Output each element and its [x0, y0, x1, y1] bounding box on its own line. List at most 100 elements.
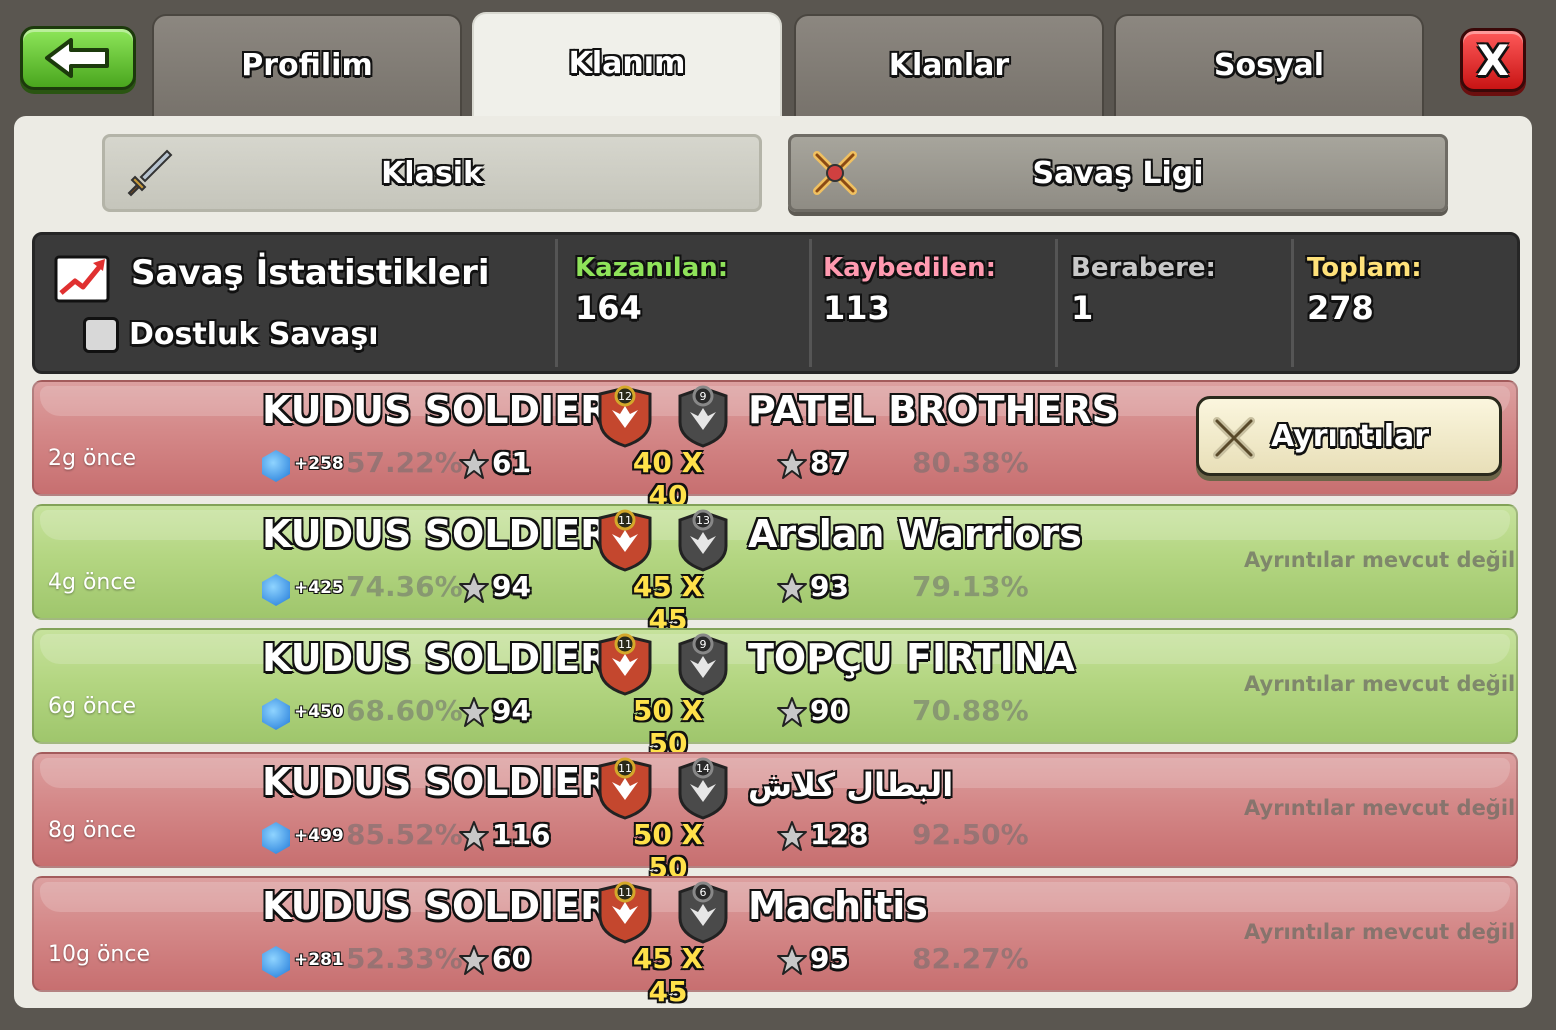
tab-profile[interactable]: Profilim [152, 14, 462, 118]
total-label: Toplam: [1307, 253, 1422, 283]
star-icon [777, 573, 807, 603]
classic-label: Klasik [381, 155, 483, 191]
star-icon [459, 945, 489, 975]
opponent-badge-icon: 6 [678, 881, 728, 944]
back-button[interactable] [20, 26, 136, 90]
tab-war-league[interactable]: Savaş Ligi [788, 134, 1448, 212]
clan-badge-icon: 11 [598, 633, 652, 696]
clan-xp-icon [262, 946, 290, 978]
stats-title: Savaş İstatistikleri [131, 253, 490, 293]
clan-badge-icon: 11 [598, 509, 652, 572]
star-icon [777, 821, 807, 851]
won-label: Kazanılan: [575, 253, 729, 283]
star-icon [459, 821, 489, 851]
opponent-stars: 128 [810, 818, 869, 851]
chart-up-icon [54, 255, 110, 303]
clan-stars: 116 [492, 818, 551, 851]
clan-stars: 94 [492, 570, 531, 603]
war-size: 45 X 45 [632, 942, 704, 1008]
clan-xp-gain: +425 [294, 578, 344, 598]
lost-value: 113 [823, 289, 890, 327]
war-size: 40 X 40 [632, 446, 704, 512]
opponent-name: Machitis [748, 884, 928, 928]
opponent-badge-icon: 9 [678, 633, 728, 696]
war-time-ago: 4g önce [48, 570, 136, 595]
friendly-war-checkbox[interactable] [83, 317, 119, 353]
opponent-destruction-pct: 70.88% [912, 694, 1029, 727]
war-league-label: Savaş Ligi [1032, 155, 1204, 191]
war-time-ago: 8g önce [48, 818, 136, 843]
opponent-name: Arslan Warriors [748, 512, 1082, 556]
clan-xp-gain: +450 [294, 702, 344, 722]
clan-xp-gain: +281 [294, 950, 344, 970]
clan-name: KUDUS SOLDIER [262, 512, 610, 556]
war-log-row: 4g önce KUDUS SOLDIER +425 74.36% 94 11 … [32, 504, 1518, 636]
svg-text:14: 14 [696, 762, 710, 775]
opponent-name: TOPÇU FIRTINA [748, 636, 1075, 680]
opponent-destruction-pct: 92.50% [912, 818, 1029, 851]
tab-social[interactable]: Sosyal [1114, 14, 1424, 118]
details-unavailable-text: Ayrıntılar mevcut değil [1244, 920, 1516, 944]
clan-stars: 61 [492, 446, 531, 479]
draw-value: 1 [1071, 289, 1094, 327]
star-icon [777, 697, 807, 727]
close-button[interactable]: X [1460, 28, 1526, 92]
svg-text:13: 13 [696, 514, 710, 527]
clan-xp-icon [262, 822, 290, 854]
war-log-row: 10g önce KUDUS SOLDIER +281 52.33% 60 11… [32, 876, 1518, 1008]
war-log-row: 2g önce KUDUS SOLDIER +258 57.22% 61 12 … [32, 380, 1518, 512]
clan-badge-icon: 11 [598, 757, 652, 820]
clan-stars: 60 [492, 942, 531, 975]
arrow-left-icon [45, 38, 109, 78]
star-icon [459, 573, 489, 603]
clan-destruction-pct: 57.22% [346, 446, 463, 479]
opponent-destruction-pct: 82.27% [912, 942, 1029, 975]
opponent-badge-icon: 9 [678, 385, 728, 448]
opponent-badge-icon: 14 [678, 757, 728, 820]
friendly-war-label: Dostluk Savaşı [129, 317, 379, 352]
details-unavailable-text: Ayrıntılar mevcut değil [1244, 672, 1516, 696]
clan-xp-gain: +499 [294, 826, 344, 846]
war-log-row: 8g önce KUDUS SOLDIER +499 85.52% 116 11… [32, 752, 1518, 884]
draw-label: Berabere: [1071, 253, 1216, 283]
clan-destruction-pct: 68.60% [346, 694, 463, 727]
war-size: 50 X 50 [632, 694, 704, 760]
svg-text:9: 9 [700, 390, 707, 403]
svg-text:12: 12 [618, 390, 632, 403]
details-unavailable-text: Ayrıntılar mevcut değil [1244, 796, 1516, 820]
svg-text:11: 11 [618, 886, 632, 899]
war-size: 50 X 50 [632, 818, 704, 884]
svg-text:6: 6 [700, 886, 707, 899]
clan-badge-icon: 12 [598, 385, 652, 448]
svg-text:11: 11 [618, 638, 632, 651]
opponent-stars: 95 [810, 942, 849, 975]
clan-destruction-pct: 85.52% [346, 818, 463, 851]
tab-my-clan[interactable]: Klanım [472, 12, 782, 124]
details-button[interactable]: Ayrıntılar [1196, 396, 1502, 476]
clan-destruction-pct: 74.36% [346, 570, 463, 603]
total-value: 278 [1307, 289, 1374, 327]
svg-text:9: 9 [700, 638, 707, 651]
clan-stars: 94 [492, 694, 531, 727]
tab-classic-war[interactable]: Klasik [102, 134, 762, 212]
sword-icon [127, 149, 173, 197]
opponent-stars: 93 [810, 570, 849, 603]
star-icon [459, 449, 489, 479]
war-size: 45 X 45 [632, 570, 704, 636]
opponent-destruction-pct: 80.38% [912, 446, 1029, 479]
crossed-swords-icon [813, 151, 857, 195]
opponent-badge-icon: 13 [678, 509, 728, 572]
opponent-stars: 87 [810, 446, 849, 479]
lost-label: Kaybedilen: [823, 253, 997, 283]
opponent-stars: 90 [810, 694, 849, 727]
opponent-name: PATEL BROTHERS [748, 388, 1119, 432]
clan-xp-icon [262, 698, 290, 730]
war-stats-panel: Savaş İstatistikleri Dostluk Savaşı Kaza… [32, 232, 1520, 374]
clan-xp-icon [262, 450, 290, 482]
star-icon [777, 449, 807, 479]
details-label: Ayrıntılar [1271, 418, 1430, 454]
tab-clans[interactable]: Klanlar [794, 14, 1104, 118]
svg-text:11: 11 [618, 762, 632, 775]
crossed-swords-icon [1213, 417, 1255, 459]
details-unavailable-text: Ayrıntılar mevcut değil [1244, 548, 1516, 572]
